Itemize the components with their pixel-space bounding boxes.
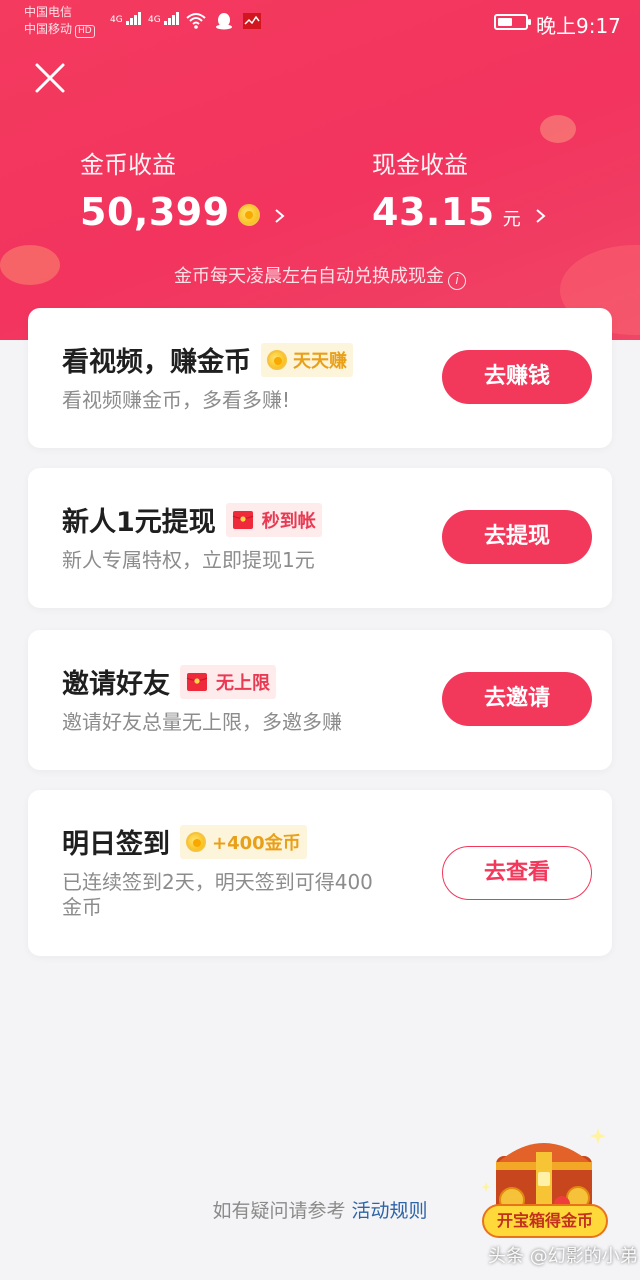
coin-earnings[interactable]: 金币收益 50,399 xyxy=(80,150,286,234)
withdraw-button[interactable]: 去提现 xyxy=(442,510,592,564)
task-tag: 天天赚 xyxy=(261,342,353,377)
task-tag: +400金币 xyxy=(180,824,307,859)
carrier-info: 中国电信 中国移动 HD xyxy=(24,4,95,38)
task-desc-line: 金币 xyxy=(62,895,102,919)
chevron-right-icon xyxy=(274,209,285,223)
decor-blob xyxy=(540,115,576,143)
carrier-1: 中国电信 xyxy=(24,5,73,19)
task-card-checkin: 明日签到 +400金币 已连续签到2天，明天签到可得400 金币 去查看 xyxy=(28,790,612,956)
task-title: 新人1元提现 xyxy=(62,507,216,538)
signal-icon: 4G xyxy=(110,12,142,25)
carrier-2: 中国移动 xyxy=(24,22,73,36)
coin-icon xyxy=(237,204,260,226)
footer-question: 如有疑问请参考 xyxy=(212,1200,346,1222)
task-desc: 看视频赚金币，多看多赚! xyxy=(62,388,291,412)
coin-icon xyxy=(186,831,206,852)
task-tag-label: 无上限 xyxy=(216,672,270,694)
exchange-note: 金币每天凌晨左右自动兑换成现金 i xyxy=(0,262,640,290)
task-tag-label: 秒到帐 xyxy=(261,510,316,532)
task-title: 邀请好友 xyxy=(62,669,170,700)
view-checkin-button[interactable]: 去查看 xyxy=(442,846,592,900)
chevron-right-icon xyxy=(536,209,546,223)
task-card-invite-friends: 邀请好友 无上限 邀请好友总量无上限，多邀多赚 去邀请 xyxy=(28,630,612,770)
network-type-1: 4G xyxy=(110,15,123,25)
task-title: 明日签到 xyxy=(62,829,170,860)
coin-icon xyxy=(267,349,287,370)
task-desc: 邀请好友总量无上限，多邀多赚 xyxy=(62,710,342,734)
cash-earnings-label: 现金收益 xyxy=(372,151,468,179)
task-title: 看视频，赚金币 xyxy=(62,347,251,378)
watermark: 头条 @幻影的小弟 xyxy=(488,1246,638,1267)
hd-badge: HD xyxy=(75,25,95,38)
header-banner: 中国电信 中国移动 HD 4G 4G 晚上9:17 金币收益 50,399 现金… xyxy=(0,0,640,340)
treasure-chest-button[interactable]: 开宝箱得金币 xyxy=(482,1204,608,1238)
invite-button[interactable]: 去邀请 xyxy=(442,672,592,726)
battery-icon xyxy=(494,14,531,30)
task-desc: 已连续签到2天，明天签到可得400 金币 xyxy=(62,870,373,920)
coin-earnings-label: 金币收益 xyxy=(80,151,176,179)
redpacket-icon xyxy=(232,510,254,529)
task-tag: 秒到帐 xyxy=(225,502,322,537)
task-desc: 新人专属特权，立即提现1元 xyxy=(62,548,315,572)
exchange-note-text: 金币每天凌晨左右自动兑换成现金 xyxy=(174,266,444,287)
cash-earnings-value: 43.15 xyxy=(372,190,495,234)
status-bar: 中国电信 中国移动 HD 4G 4G 晚上9:17 xyxy=(0,0,640,44)
task-tag: 无上限 xyxy=(180,664,276,699)
clock: 晚上9:17 xyxy=(536,14,621,38)
earn-money-button[interactable]: 去赚钱 xyxy=(442,350,592,404)
wifi-icon xyxy=(186,13,206,29)
app-notification-icon xyxy=(243,13,261,29)
info-icon[interactable]: i xyxy=(448,272,466,290)
task-card-watch-video: 看视频，赚金币 天天赚 看视频赚金币，多看多赚! 去赚钱 xyxy=(28,308,612,448)
close-icon[interactable] xyxy=(34,62,66,94)
coin-earnings-value: 50,399 xyxy=(80,190,230,234)
rules-link[interactable]: 活动规则 xyxy=(352,1200,428,1222)
cash-earnings[interactable]: 现金收益 43.15 元 xyxy=(372,150,547,234)
redpacket-icon xyxy=(186,672,208,691)
task-desc-line: 已连续签到2天，明天签到可得400 xyxy=(62,870,373,894)
battery-level xyxy=(498,18,512,26)
task-card-new-user-withdraw: 新人1元提现 秒到帐 新人专属特权，立即提现1元 去提现 xyxy=(28,468,612,608)
task-tag-label: 天天赚 xyxy=(293,350,347,372)
signal-icon: 4G xyxy=(148,12,180,25)
task-tag-label: +400金币 xyxy=(212,832,301,854)
cash-unit: 元 xyxy=(502,209,521,230)
network-type-2: 4G xyxy=(148,15,161,25)
qq-icon xyxy=(216,13,232,30)
